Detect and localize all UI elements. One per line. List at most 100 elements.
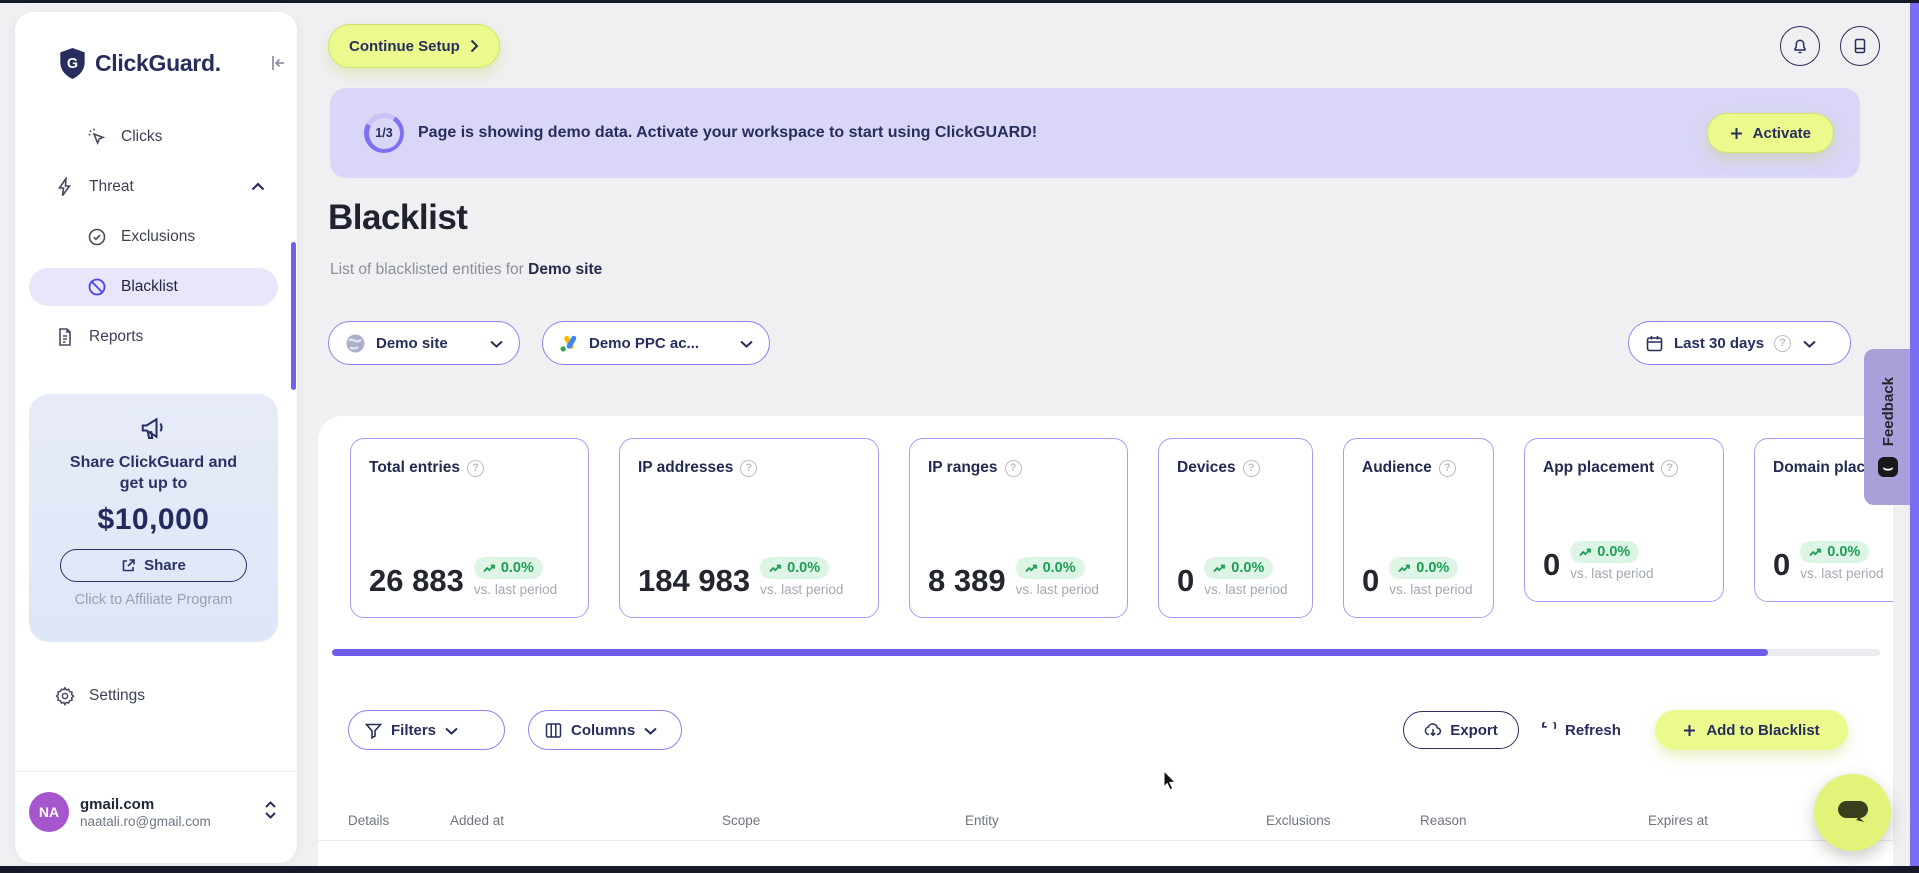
add-to-blacklist-button[interactable]: Add to Blacklist bbox=[1655, 710, 1848, 750]
unfold-icon[interactable] bbox=[264, 800, 277, 825]
stat-card-total-entries: Total entries? 26 883 0.0% vs. last peri… bbox=[350, 438, 589, 618]
promo-text: Share ClickGuard and get up to bbox=[69, 454, 238, 492]
chevron-down-icon bbox=[740, 335, 753, 352]
sidebar: G ClickGuard. Clicks Threat Exclusions B… bbox=[15, 12, 297, 863]
help-icon[interactable]: ? bbox=[740, 459, 758, 477]
stat-compare: vs. last period bbox=[760, 582, 844, 598]
stat-compare: vs. last period bbox=[1389, 582, 1473, 598]
feedback-tab[interactable]: Feedback bbox=[1864, 349, 1912, 505]
refresh-button[interactable]: Refresh bbox=[1540, 711, 1621, 749]
stat-label: IP addresses bbox=[638, 459, 734, 476]
date-range-selector[interactable]: Last 30 days ? bbox=[1628, 321, 1851, 365]
sidebar-item-clicks[interactable]: Clicks bbox=[15, 118, 297, 156]
sidebar-item-label: Reports bbox=[89, 328, 144, 345]
cards-scrollbar-thumb[interactable] bbox=[332, 649, 1768, 656]
user-menu[interactable]: NA gmail.com naatali.ro@gmail.com bbox=[29, 790, 283, 834]
columns-button[interactable]: Columns bbox=[528, 710, 682, 750]
page-title: Blacklist bbox=[328, 198, 468, 237]
megaphone-icon bbox=[141, 417, 163, 439]
stat-label: Devices bbox=[1177, 459, 1236, 476]
stat-compare: vs. last period bbox=[1204, 582, 1288, 598]
help-icon[interactable]: ? bbox=[1004, 459, 1022, 477]
filters-button[interactable]: Filters bbox=[348, 710, 505, 750]
screen-edge-top bbox=[0, 0, 1919, 3]
stat-delta: 0.0% bbox=[787, 560, 821, 577]
stat-value: 0 bbox=[1177, 563, 1195, 598]
stat-card-app-placement: App placement? 0 0.0% vs. last period bbox=[1524, 438, 1724, 602]
sidebar-divider bbox=[15, 771, 297, 772]
chat-launcher[interactable] bbox=[1814, 774, 1891, 851]
collapse-sidebar-icon[interactable] bbox=[267, 52, 289, 79]
trending-up-icon bbox=[1809, 548, 1822, 556]
column-header-details[interactable]: Details bbox=[348, 800, 389, 841]
promo-amount: $10,000 bbox=[97, 502, 210, 536]
column-header-exclusions[interactable]: Exclusions bbox=[1266, 800, 1331, 841]
sidebar-item-threat[interactable]: Threat bbox=[15, 168, 297, 206]
column-header-expires-at[interactable]: Expires at bbox=[1648, 800, 1708, 841]
affiliate-promo-card[interactable]: Share ClickGuard and get up to $10,000 S… bbox=[29, 394, 278, 642]
stat-compare: vs. last period bbox=[473, 582, 558, 598]
sidebar-item-label: Exclusions bbox=[121, 228, 196, 245]
trending-up-icon bbox=[1398, 564, 1411, 572]
help-icon[interactable]: ? bbox=[1661, 459, 1679, 477]
trending-up-icon bbox=[483, 564, 495, 572]
share-label: Share bbox=[144, 556, 186, 574]
column-header-added-at[interactable]: Added at bbox=[450, 800, 504, 841]
sidebar-scrollbar[interactable] bbox=[291, 242, 296, 390]
setup-progress-ring: 1/3 bbox=[364, 113, 404, 153]
stat-label: App placement bbox=[1543, 459, 1655, 476]
blocked-icon bbox=[88, 278, 106, 296]
trending-up-icon bbox=[769, 564, 781, 572]
stat-value: 0 bbox=[1543, 547, 1561, 582]
docs-button[interactable] bbox=[1840, 26, 1880, 66]
refresh-icon bbox=[1542, 721, 1557, 729]
cursor-click-icon bbox=[88, 128, 106, 146]
notifications-button[interactable] bbox=[1780, 26, 1820, 66]
feedback-smiley-icon bbox=[1878, 456, 1898, 477]
help-icon[interactable]: ? bbox=[1438, 459, 1456, 477]
column-header-scope[interactable]: Scope bbox=[722, 800, 760, 841]
brand-logo: G ClickGuard. bbox=[59, 48, 221, 79]
sidebar-item-blacklist[interactable]: Blacklist bbox=[29, 268, 278, 306]
activate-label: Activate bbox=[1752, 124, 1811, 142]
plus-icon bbox=[1684, 724, 1696, 736]
google-ads-icon bbox=[560, 335, 577, 352]
ppc-account-selector[interactable]: Demo PPC ac... bbox=[542, 321, 770, 365]
page-vertical-scrollbar[interactable] bbox=[1910, 3, 1919, 866]
site-selector[interactable]: Demo site bbox=[328, 321, 520, 365]
page-subtitle: List of blacklisted entities for Demo si… bbox=[330, 261, 602, 279]
stat-card-devices: Devices? 0 0.0% vs. last period bbox=[1158, 438, 1313, 618]
export-label: Export bbox=[1450, 721, 1498, 739]
content-panel: Total entries? 26 883 0.0% vs. last peri… bbox=[318, 416, 1893, 873]
date-range-value: Last 30 days bbox=[1674, 334, 1765, 352]
user-name: gmail.com bbox=[80, 795, 155, 813]
columns-icon bbox=[545, 722, 562, 738]
stat-value: 0 bbox=[1773, 547, 1791, 582]
ppc-account-value: Demo PPC ac... bbox=[589, 334, 700, 352]
activate-button[interactable]: Activate bbox=[1706, 113, 1834, 153]
stat-compare: vs. last period bbox=[1570, 566, 1654, 582]
lightning-icon bbox=[57, 177, 72, 196]
sidebar-item-reports[interactable]: Reports bbox=[15, 318, 297, 356]
help-icon[interactable]: ? bbox=[467, 459, 485, 477]
stat-delta: 0.0% bbox=[500, 560, 534, 577]
sidebar-item-exclusions[interactable]: Exclusions bbox=[15, 218, 297, 256]
share-button[interactable]: Share bbox=[60, 548, 247, 582]
column-header-entity[interactable]: Entity bbox=[965, 800, 999, 841]
chevron-up-icon[interactable] bbox=[251, 178, 265, 196]
help-icon[interactable]: ? bbox=[1242, 459, 1260, 477]
stat-value: 8 389 bbox=[928, 563, 1006, 598]
help-icon: ? bbox=[1774, 334, 1792, 352]
continue-setup-button[interactable]: Continue Setup bbox=[328, 24, 500, 68]
stat-label: IP ranges bbox=[928, 459, 998, 476]
stat-value: 0 bbox=[1362, 563, 1380, 598]
gear-icon bbox=[55, 686, 75, 706]
feedback-label: Feedback bbox=[1879, 377, 1897, 447]
column-header-reason[interactable]: Reason bbox=[1420, 800, 1467, 841]
plus-icon bbox=[1730, 127, 1742, 139]
stat-compare: vs. last period bbox=[1015, 582, 1099, 598]
sidebar-item-settings[interactable]: Settings bbox=[55, 686, 145, 706]
book-icon bbox=[1854, 38, 1866, 54]
export-button[interactable]: Export bbox=[1403, 711, 1519, 749]
bell-icon bbox=[1794, 39, 1806, 54]
